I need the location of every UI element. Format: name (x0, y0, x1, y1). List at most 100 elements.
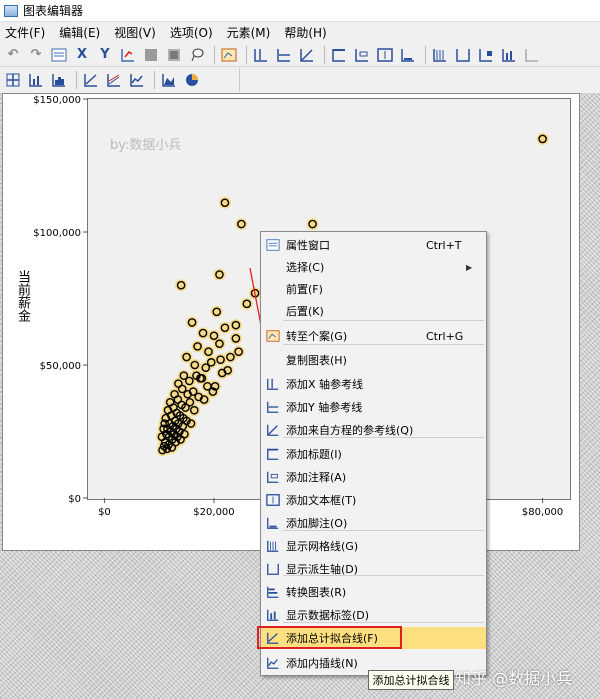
pie-icon[interactable] (182, 71, 202, 89)
tooltip: 添加总计拟合线 (368, 670, 454, 690)
y-axis-select-icon[interactable]: Y (95, 46, 115, 64)
context-menu: 属性窗口 Ctrl+T 选择(C) ▶ 前置(F) 后置(K) 转至个案(G) Ctrl+G 复… (260, 231, 487, 676)
context-menu-item[interactable]: 后置(K) (261, 300, 486, 322)
footnote-icon (264, 515, 282, 531)
fit-line-subgroup-icon[interactable] (104, 71, 124, 89)
toolbar-main: ↶ ↷ X Y (0, 43, 600, 67)
window-title: 图表编辑器 (23, 4, 84, 18)
context-menu-shortcut: Ctrl+T (426, 238, 462, 252)
menu-edit[interactable]: 编辑(E) (54, 24, 109, 41)
chart-watermark: by:数据小兵 (110, 138, 182, 153)
context-menu-item[interactable]: 添加X 轴参考线 (261, 373, 486, 395)
footnote-icon[interactable] (398, 46, 418, 64)
interp-line-icon[interactable] (127, 71, 147, 89)
annotation-icon (264, 469, 282, 485)
interp-line-icon (264, 655, 282, 671)
title-icon[interactable] (329, 46, 349, 64)
menu-file[interactable]: 文件(F) (0, 24, 54, 41)
data-label-icon[interactable] (499, 46, 519, 64)
context-menu-item-label: 属性窗口 (286, 239, 330, 252)
x-axis-select-icon[interactable]: X (72, 46, 92, 64)
context-menu-item[interactable]: 前置(F) (261, 278, 486, 300)
y-axis-title[interactable]: 当前薪金 (14, 270, 30, 322)
x-ref-line-icon[interactable] (251, 46, 271, 64)
context-menu-item-label: 显示数据标签(D) (286, 609, 370, 622)
y-ref-line-icon (264, 399, 282, 415)
bar-chart-icon[interactable] (26, 71, 46, 89)
more-icon[interactable] (522, 46, 542, 64)
toolbar-separator (76, 71, 77, 89)
go-to-case-icon (264, 328, 282, 344)
submenu-arrow-icon: ▶ (466, 262, 473, 272)
context-menu-item[interactable]: 添加文本框(T) (261, 489, 486, 511)
context-menu-item[interactable]: 添加注释(A) (261, 466, 486, 488)
fit-line-total-icon[interactable] (81, 71, 101, 89)
derived-axis-icon[interactable] (453, 46, 473, 64)
context-menu-item-label: 添加脚注(O) (286, 517, 348, 530)
app-icon (4, 4, 18, 17)
chart-type-icon[interactable] (164, 46, 184, 64)
title-bar: 图表编辑器 (0, 0, 600, 22)
menu-view[interactable]: 视图(V) (109, 24, 165, 41)
context-menu-item-label: 选择(C) (286, 261, 325, 274)
context-menu-item-label: 复制图表(H) (286, 354, 347, 367)
menu-separator (283, 437, 484, 438)
toolbar-separator (214, 45, 215, 64)
context-menu-item-label: 显示网格线(G) (286, 540, 359, 553)
context-menu-item-label: 前置(F) (286, 283, 323, 296)
grid-icon[interactable] (430, 46, 450, 64)
menu-help[interactable]: 帮助(H) (279, 24, 335, 41)
menu-separator (283, 344, 484, 345)
toolbar-secondary (0, 68, 240, 92)
menu-elements[interactable]: 元素(M) (222, 24, 280, 41)
case-icon[interactable] (219, 46, 239, 64)
toolbar-separator (154, 71, 155, 89)
menu-options[interactable]: 选项(O) (165, 24, 222, 41)
y-ref-line-icon[interactable] (274, 46, 294, 64)
data-label-icon (264, 607, 282, 623)
show-axis-icon[interactable] (3, 71, 23, 89)
undo-icon[interactable]: ↶ (3, 46, 23, 64)
context-menu-item[interactable]: 转换图表(R) (261, 581, 486, 603)
redo-icon[interactable]: ↷ (26, 46, 46, 64)
context-menu-item[interactable]: 选择(C) ▶ (261, 256, 486, 278)
properties-icon (264, 237, 282, 253)
corner-watermark: 知乎 @数据小兵 (455, 669, 573, 688)
chart-edit-icon[interactable] (118, 46, 138, 64)
context-menu-item-label: 添加来自方程的参考线(Q) (286, 424, 414, 437)
x-ref-line-icon (264, 376, 282, 392)
area-icon[interactable] (159, 71, 179, 89)
equation-line-icon (264, 422, 282, 438)
context-menu-item-label: 后置(K) (286, 305, 324, 318)
annotation-icon[interactable] (352, 46, 372, 64)
fill-icon[interactable] (141, 46, 161, 64)
textbox-icon[interactable] (375, 46, 395, 64)
derived-axis-icon (264, 561, 282, 577)
transpose-icon (264, 584, 282, 600)
legend-icon[interactable] (476, 46, 496, 64)
title-icon (264, 446, 282, 462)
context-menu-item[interactable]: 添加标题(I) (261, 443, 486, 465)
context-menu-item-label: 添加Y 轴参考线 (286, 401, 363, 414)
menu-separator (283, 575, 484, 576)
equation-line-icon[interactable] (297, 46, 317, 64)
grid-icon (264, 538, 282, 554)
lasso-icon[interactable] (187, 46, 207, 64)
context-menu-item[interactable]: 显示网格线(G) (261, 535, 486, 557)
toolbar-separator (246, 45, 247, 64)
toolbar-separator (425, 45, 426, 64)
context-menu-item-label: 转换图表(R) (286, 586, 347, 599)
histogram-icon[interactable] (49, 71, 69, 89)
context-menu-item[interactable]: 显示派生轴(D) (261, 558, 486, 580)
context-menu-item-label: 转至个案(G) (286, 330, 348, 343)
highlight-box (257, 626, 402, 649)
context-menu-item-label: 添加标题(I) (286, 448, 342, 461)
menu-separator (283, 622, 484, 623)
context-menu-item[interactable]: 复制图表(H) (261, 349, 486, 371)
context-menu-item[interactable]: 添加Y 轴参考线 (261, 396, 486, 418)
context-menu-item-label: 添加文本框(T) (286, 494, 357, 507)
context-menu-item-label: 添加X 轴参考线 (286, 378, 364, 391)
menu-separator (283, 530, 484, 531)
context-menu-item[interactable]: 属性窗口 Ctrl+T (261, 234, 486, 256)
properties-icon[interactable] (49, 46, 69, 64)
